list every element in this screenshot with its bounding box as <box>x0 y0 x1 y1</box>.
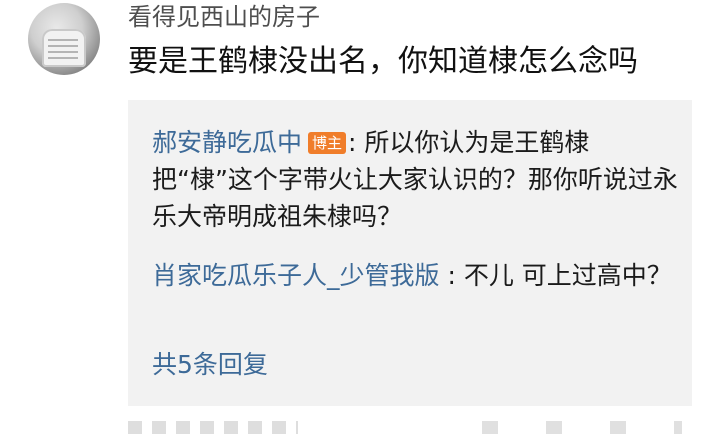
comment-meta <box>128 421 298 434</box>
reply-item[interactable]: 肖家吃瓜乐子人_少管我版 : 不儿 可上过高中？ <box>152 257 682 294</box>
reply-separator: : <box>439 261 464 290</box>
comment-action-icons[interactable] <box>482 421 682 434</box>
reply-text: 不儿 可上过高中？ <box>463 261 672 290</box>
view-more-replies-link[interactable]: 共5条回复 <box>152 346 268 383</box>
reply-separator: : <box>348 128 365 157</box>
avatar-image-detail <box>48 37 78 59</box>
author-badge: 博主 <box>308 132 347 154</box>
comment-footer <box>128 421 692 434</box>
comment-username[interactable]: 看得见西山的房子 <box>128 1 320 33</box>
reply-author-name[interactable]: 郝安静吃瓜中 <box>152 128 302 157</box>
comment-text: 要是王鹤棣没出名，你知道棣怎么念吗 <box>128 44 638 79</box>
replies-panel[interactable]: 郝安静吃瓜中 博主: 所以你认为是王鹤棣把“棣”这个字带火让大家认识的？那你听说过… <box>128 100 692 406</box>
reply-item[interactable]: 郝安静吃瓜中 博主: 所以你认为是王鹤棣把“棣”这个字带火让大家认识的？那你听说过… <box>152 124 682 235</box>
reply-author-name[interactable]: 肖家吃瓜乐子人_少管我版 <box>152 261 440 290</box>
user-avatar[interactable] <box>28 3 100 75</box>
